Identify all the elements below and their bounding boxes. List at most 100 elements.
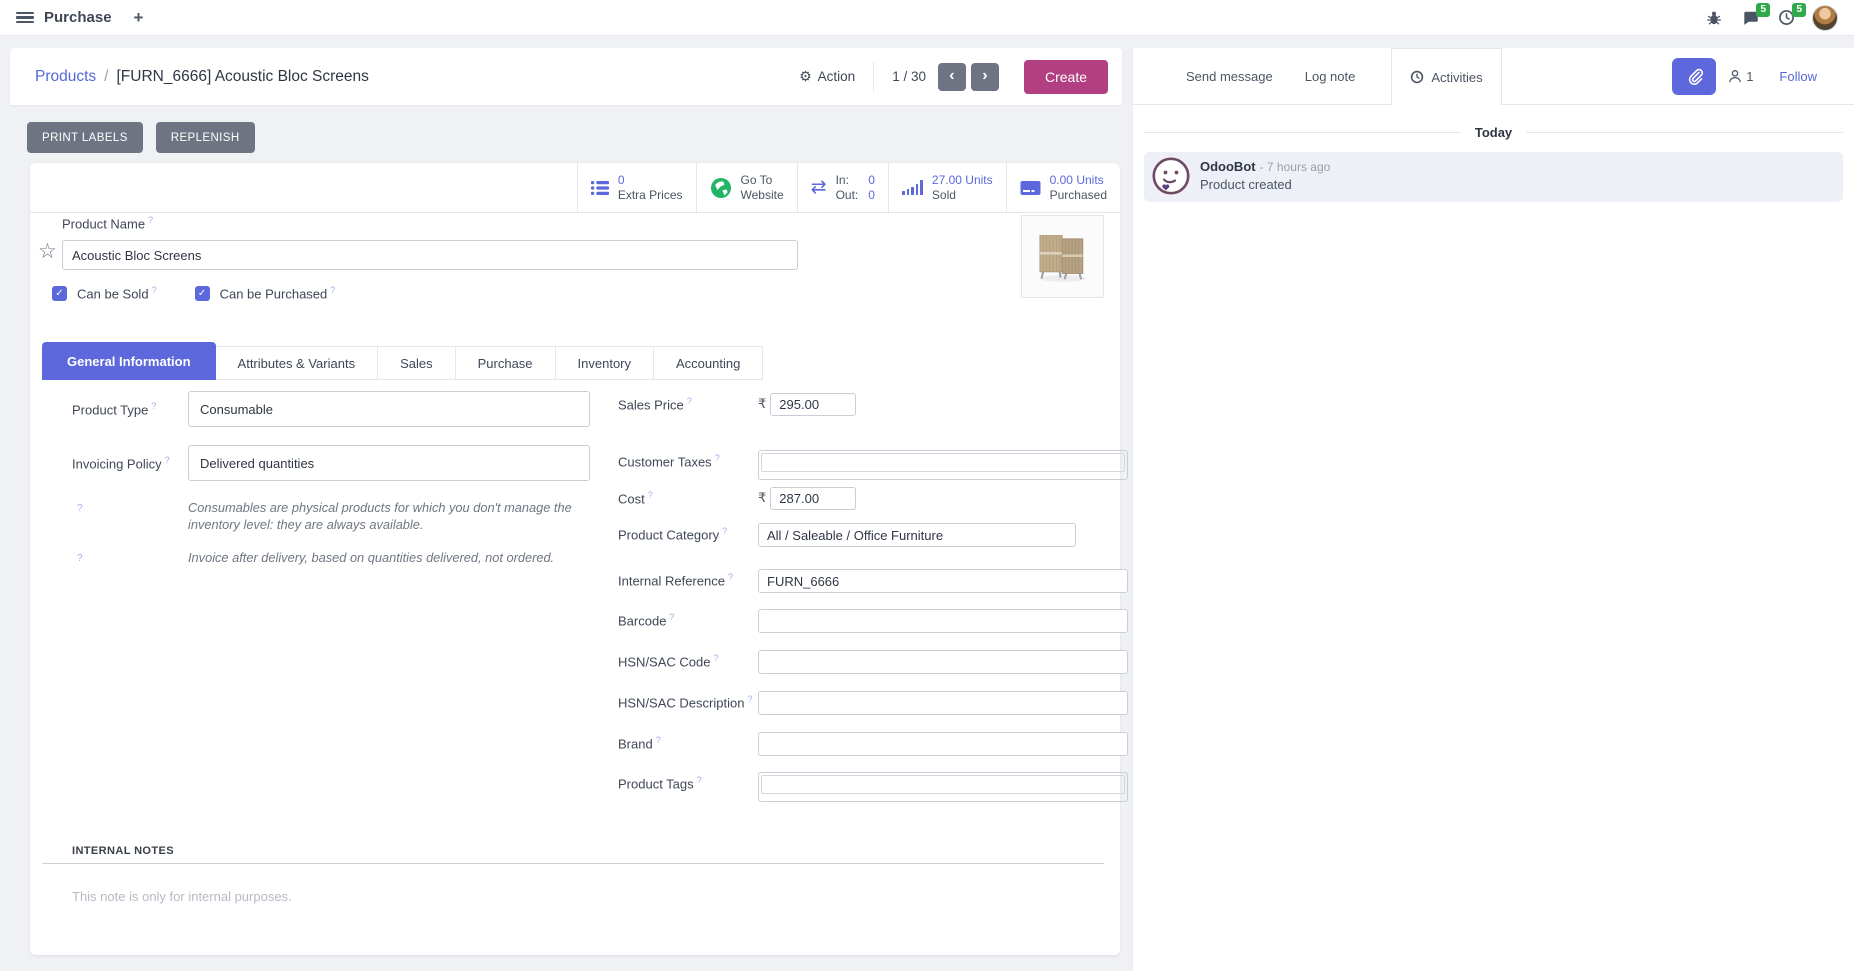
barcode-row: Barcode: [618, 609, 1128, 633]
breadcrumb-separator: [104, 68, 108, 86]
debug-bug-icon[interactable]: [1704, 8, 1724, 28]
log-note-button[interactable]: Log note: [1305, 48, 1356, 104]
date-divider: Today: [1144, 125, 1843, 140]
barcode-input[interactable]: [758, 609, 1128, 633]
can-be-purchased-checkbox[interactable]: [195, 286, 210, 301]
cost-input[interactable]: [770, 487, 856, 510]
odoobot-avatar: [1152, 157, 1190, 195]
units-purchased-label: Purchased: [1050, 188, 1107, 203]
favorite-star-icon[interactable]: ☆: [38, 241, 57, 262]
form-left-column: Product Type Invoicing Policy Consumable…: [72, 391, 592, 566]
units-sold-label: Sold: [932, 188, 993, 203]
consumable-help-text: Consumables are physical products for wh…: [188, 499, 584, 534]
product-form-card: 0 Extra Prices Go To Website ⇄ In: 0 Out…: [30, 163, 1120, 955]
units-sold-value: 27.00 Units: [932, 173, 993, 188]
date-divider-label: Today: [1475, 125, 1512, 140]
activities-clock-icon[interactable]: 5: [1776, 8, 1796, 28]
in-out-stat-button[interactable]: ⇄ In: 0 Out: 0: [797, 163, 888, 212]
pager-next-button[interactable]: [971, 63, 999, 91]
product-tags-label: Product Tags: [618, 772, 758, 791]
product-name-input[interactable]: [62, 240, 798, 270]
cost-row: Cost ₹: [618, 487, 1128, 510]
sales-price-label: Sales Price: [618, 393, 758, 412]
product-type-select[interactable]: [188, 391, 590, 427]
product-type-row: Product Type: [72, 391, 592, 427]
replenish-button[interactable]: REPLENISH: [156, 122, 255, 153]
hsn-sac-description-input[interactable]: [758, 691, 1128, 715]
help-question-icon: [72, 549, 188, 566]
breadcrumb-products-link[interactable]: Products: [35, 68, 96, 86]
extra-prices-stat-button[interactable]: 0 Extra Prices: [577, 163, 696, 212]
hamburger-menu-icon[interactable]: [16, 12, 34, 24]
hsn-sac-code-input[interactable]: [758, 650, 1128, 674]
sales-price-input[interactable]: [770, 393, 856, 416]
control-panel-right: Action 1 / 30 Create: [799, 60, 1108, 94]
user-avatar[interactable]: [1812, 5, 1838, 31]
form-right-column: Sales Price ₹ Customer Taxes Cost ₹: [618, 393, 1128, 802]
tab-purchase[interactable]: Purchase: [455, 346, 556, 380]
hsn-sac-code-label: HSN/SAC Code: [618, 650, 758, 669]
header-actions: PRINT LABELS REPLENISH: [27, 122, 255, 153]
currency-symbol: ₹: [758, 397, 766, 412]
brand-input[interactable]: [758, 732, 1128, 756]
stat-button-row: 0 Extra Prices Go To Website ⇄ In: 0 Out…: [30, 163, 1120, 213]
followers-count: 1: [1746, 69, 1753, 84]
customer-taxes-row: Customer Taxes: [618, 450, 1128, 480]
divider: [873, 62, 874, 92]
invoicing-policy-row: Invoicing Policy: [72, 445, 592, 481]
internal-notes-section: INTERNAL NOTES This note is only for int…: [42, 845, 1104, 904]
product-tags-input[interactable]: [758, 772, 1128, 802]
action-menu-button[interactable]: Action: [799, 68, 855, 85]
customer-taxes-input[interactable]: [758, 450, 1128, 480]
messages-icon[interactable]: 5: [1740, 8, 1760, 28]
message-body: Product created: [1200, 176, 1330, 194]
internal-notes-placeholder[interactable]: This note is only for internal purposes.: [42, 889, 1104, 904]
bar-chart-icon: [902, 180, 923, 195]
exchange-arrows-icon: ⇄: [811, 178, 827, 197]
invoicing-policy-select[interactable]: [188, 445, 590, 481]
chatter-topbar: Send message Log note Activities 1 Follo…: [1133, 48, 1854, 105]
product-image[interactable]: [1021, 215, 1104, 298]
website-line1: Go To: [741, 173, 784, 188]
tab-inventory[interactable]: Inventory: [555, 346, 654, 380]
hsn-sac-description-label: HSN/SAC Description: [618, 691, 758, 710]
paperclip-icon: [1686, 68, 1703, 85]
checkbox-row: Can be Sold Can be Purchased: [52, 285, 363, 301]
units-sold-stat-button[interactable]: 27.00 Units Sold: [888, 163, 1006, 212]
app-title[interactable]: Purchase: [44, 9, 112, 26]
activities-button-label: Activities: [1431, 70, 1482, 85]
can-be-sold-checkbox[interactable]: [52, 286, 67, 301]
units-purchased-stat-button[interactable]: 0.00 Units Purchased: [1006, 163, 1120, 212]
product-tags-row: Product Tags: [618, 772, 1128, 802]
tab-accounting[interactable]: Accounting: [653, 346, 763, 380]
send-message-button[interactable]: Send message: [1186, 48, 1273, 104]
activities-button[interactable]: Activities: [1391, 48, 1501, 105]
brand-label: Brand: [618, 732, 758, 751]
attach-files-button[interactable]: [1672, 58, 1716, 95]
credit-card-icon: [1020, 180, 1041, 196]
go-to-website-stat-button[interactable]: Go To Website: [696, 163, 797, 212]
tab-sales[interactable]: Sales: [377, 346, 456, 380]
print-labels-button[interactable]: PRINT LABELS: [27, 122, 143, 153]
chatter-message[interactable]: OdooBot- 7 hours ago Product created: [1144, 152, 1843, 202]
message-author[interactable]: OdooBot: [1200, 159, 1256, 174]
tab-attributes-variants[interactable]: Attributes & Variants: [215, 346, 379, 380]
create-button[interactable]: Create: [1024, 60, 1108, 94]
units-purchased-value: 0.00 Units: [1050, 173, 1107, 188]
pager-previous-button[interactable]: [938, 63, 966, 91]
followers-button[interactable]: 1: [1728, 69, 1753, 84]
barcode-label: Barcode: [618, 609, 758, 628]
product-type-label: Product Type: [72, 401, 188, 417]
internal-notes-header: INTERNAL NOTES: [42, 845, 1104, 864]
consumable-help-row: Consumables are physical products for wh…: [72, 499, 592, 534]
tab-general-information[interactable]: General Information: [42, 342, 216, 380]
gear-icon: [799, 68, 812, 85]
list-icon: [591, 180, 609, 196]
product-category-input[interactable]: [758, 523, 1076, 547]
follow-button[interactable]: Follow: [1779, 69, 1817, 84]
top-navbar: Purchase + 5 5: [0, 0, 1854, 36]
sales-price-row: Sales Price ₹: [618, 393, 1128, 416]
new-tab-icon[interactable]: +: [134, 9, 144, 26]
internal-reference-input[interactable]: [758, 569, 1128, 593]
hsn-sac-description-row: HSN/SAC Description: [618, 691, 1128, 715]
